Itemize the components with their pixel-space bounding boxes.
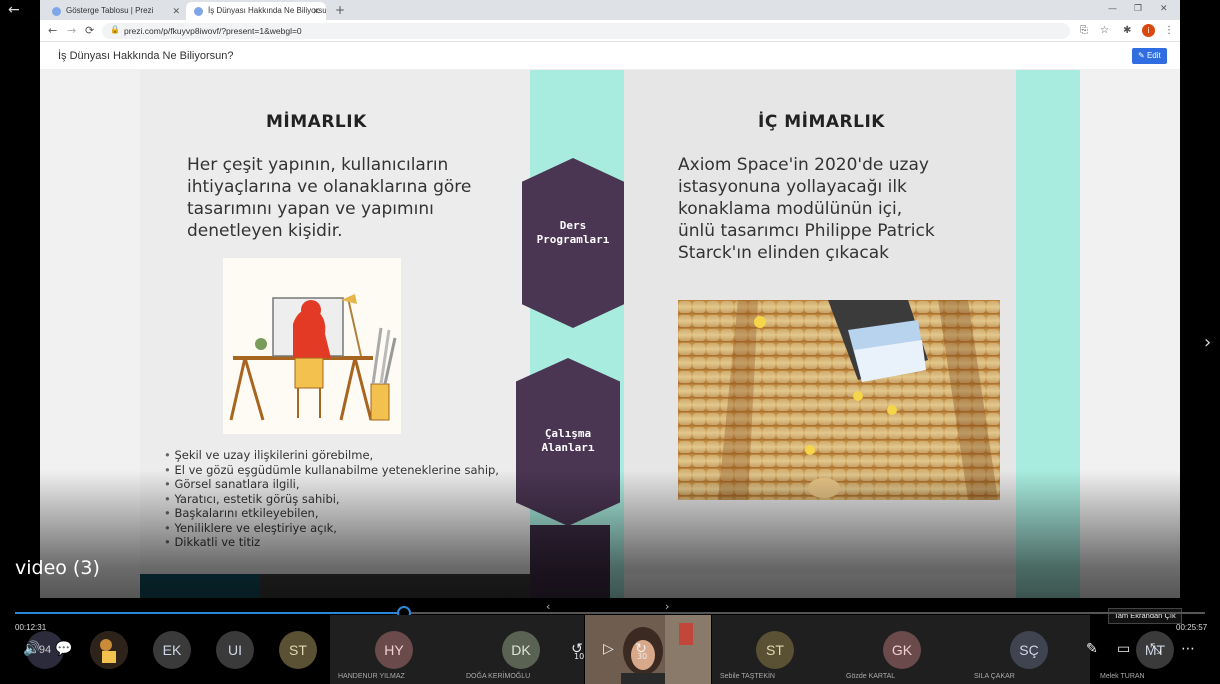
skip-forward-seconds: 30: [637, 652, 648, 661]
total-time: 00:25:57: [1176, 623, 1208, 632]
cast-icon[interactable]: ▭: [1117, 640, 1130, 658]
edit-label: Edit: [1146, 51, 1161, 60]
architecture-heading: MİMARLIK: [266, 112, 367, 132]
participant-name: Sebile TAŞTEKİN: [720, 673, 775, 680]
desc-line: ünlü tasarımcı Philippe Patrick: [678, 221, 935, 241]
close-icon[interactable]: ✕: [312, 2, 320, 20]
participant-name: Melek TURAN: [1100, 673, 1145, 680]
exit-fullscreen-icon[interactable]: ⤡: [1150, 640, 1161, 658]
reload-icon[interactable]: ⟳: [85, 23, 94, 39]
bookmark-star-icon[interactable]: ☆: [1100, 23, 1109, 39]
interior-architecture-description: Axiom Space'in 2020'de uzay istasyonuna …: [678, 154, 935, 264]
desc-line: denetleyen kişidir.: [187, 221, 343, 241]
extensions-icon[interactable]: ✱: [1123, 23, 1131, 39]
tab-bar: Gösterge Tablosu | Prezi ✕ İş Dünyası Ha…: [40, 0, 1180, 20]
avatar[interactable]: EK: [153, 631, 191, 669]
forward-icon[interactable]: →: [67, 23, 76, 39]
video-title: video (3): [15, 557, 100, 579]
browser-window: Gösterge Tablosu | Prezi ✕ İş Dünyası Ha…: [40, 0, 1180, 598]
more-options-icon[interactable]: ⋯: [1181, 640, 1195, 658]
tab-label: İş Dünyası Hakkında Ne Biliyorsun?: [208, 6, 326, 15]
desc-line: tasarımını yapan ve yapımını: [187, 199, 434, 219]
menu-kebab-icon[interactable]: ⋮: [1164, 23, 1174, 39]
list-item: Yeniliklere ve eleştiriye açık,: [164, 521, 499, 536]
new-tab-icon[interactable]: +: [335, 2, 345, 18]
architect-drawing-image: [223, 258, 401, 434]
avatar-photo[interactable]: [90, 631, 128, 669]
edit-button[interactable]: ✎ Edit: [1132, 48, 1167, 64]
avatar[interactable]: SÇ: [1010, 631, 1048, 669]
back-icon[interactable]: ←: [48, 23, 57, 39]
space-module-interior-image: [678, 300, 1000, 500]
avatar[interactable]: DK: [502, 631, 540, 669]
prezi-favicon-icon: [194, 7, 203, 16]
hex-label-line: Alanları: [541, 441, 595, 454]
desc-line: Her çeşit yapının, kullanıcıların: [187, 155, 449, 175]
list-item: Şekil ve uzay ilişkilerini görebilme,: [164, 448, 499, 463]
desc-line: Starck'ın elinden çıkacak: [678, 243, 890, 263]
avatar[interactable]: UI: [216, 631, 254, 669]
desc-line: konaklama modülünün içi,: [678, 199, 903, 219]
browser-toolbar: ← → ⟳ 🔒 prezi.com/p/fkuyvp8iwovf/?presen…: [40, 20, 1180, 42]
next-chevron-icon[interactable]: ›: [1204, 332, 1211, 353]
desc-line: ihtiyaçlarına ve olanaklarına göre: [187, 177, 472, 197]
avatar[interactable]: ST: [756, 631, 794, 669]
interior-architecture-heading: İÇ MİMARLIK: [758, 112, 885, 132]
hex-connector: [530, 525, 610, 598]
list-item: Görsel sanatlara ilgili,: [164, 477, 499, 492]
architecture-skills-list: Şekil ve uzay ilişkilerini görebilme, El…: [164, 448, 499, 550]
presentation-title: İş Dünyası Hakkında Ne Biliyorsun?: [58, 50, 234, 62]
list-item: Dikkatli ve titiz: [164, 535, 499, 550]
tab-presentation[interactable]: İş Dünyası Hakkında Ne Biliyorsun? ✕: [186, 2, 326, 20]
teal-band-right: [1016, 70, 1080, 598]
close-icon[interactable]: ✕: [172, 2, 180, 20]
hex-label-line: Ders: [559, 219, 587, 232]
lock-icon: 🔒: [110, 25, 120, 34]
minimize-icon[interactable]: —: [1108, 2, 1117, 16]
seek-bar-played: [15, 612, 405, 614]
participant-name: DOĞA KERİMOĞLU: [466, 673, 531, 680]
url-text: prezi.com/p/fkuyvp8iwovf/?present=1&webg…: [124, 26, 302, 36]
captions-icon[interactable]: 💬: [55, 640, 72, 658]
list-item: Başkalarını etkileyebilen,: [164, 506, 499, 521]
close-window-icon[interactable]: ✕: [1160, 2, 1168, 16]
list-item: El ve gözü eşgüdümle kullanabilme yetene…: [164, 463, 499, 478]
seek-bar[interactable]: [15, 606, 1205, 620]
profile-avatar[interactable]: i: [1142, 24, 1155, 37]
address-bar[interactable]: 🔒 prezi.com/p/fkuyvp8iwovf/?present=1&we…: [102, 23, 1070, 39]
tab-label: Gösterge Tablosu | Prezi: [66, 6, 154, 15]
work-areas-label: Çalışma Alanları: [516, 427, 620, 455]
prezi-favicon-icon: [52, 7, 61, 16]
pencil-icon[interactable]: ✎: [1086, 640, 1098, 658]
avatar[interactable]: HY: [375, 631, 413, 669]
translate-icon[interactable]: ⎘: [1080, 23, 1088, 39]
architecture-description: Her çeşit yapının, kullanıcıların ihtiya…: [187, 154, 471, 242]
participant-name: Gözde KARTAL: [846, 673, 896, 680]
back-arrow-icon[interactable]: ←: [8, 3, 24, 17]
prezi-header: İş Dünyası Hakkında Ne Biliyorsun? ✎ Edi…: [40, 42, 1180, 70]
exit-fullscreen-tooltip: Tam Ekrandan Çık: [1108, 608, 1182, 624]
pencil-icon: ✎: [1138, 51, 1147, 60]
curriculum-label: Ders Programları: [522, 219, 624, 247]
hex-label-line: Çalışma: [544, 427, 592, 440]
participant-name: HANDENUR YILMAZ: [338, 673, 405, 680]
avatar[interactable]: ST: [279, 631, 317, 669]
participant-name: SILA ÇAKAR: [974, 673, 1015, 680]
list-item: Yaratıcı, estetik görüş sahibi,: [164, 492, 499, 507]
volume-icon[interactable]: 🔊: [23, 640, 40, 658]
footer-block: [260, 574, 530, 598]
footer-block: [140, 574, 260, 598]
presentation-slide: MİMARLIK Her çeşit yapının, kullanıcılar…: [40, 70, 1180, 598]
restore-icon[interactable]: ❐: [1134, 2, 1142, 16]
avatar[interactable]: GK: [883, 631, 921, 669]
desc-line: Axiom Space'in 2020'de uzay: [678, 155, 929, 175]
play-icon[interactable]: ▷: [603, 640, 614, 658]
hex-label-line: Programları: [536, 233, 610, 246]
tab-dashboard[interactable]: Gösterge Tablosu | Prezi ✕: [44, 2, 186, 20]
skip-back-seconds: 10: [574, 652, 585, 661]
desc-line: istasyonuna yollayacağı ilk: [678, 177, 907, 197]
